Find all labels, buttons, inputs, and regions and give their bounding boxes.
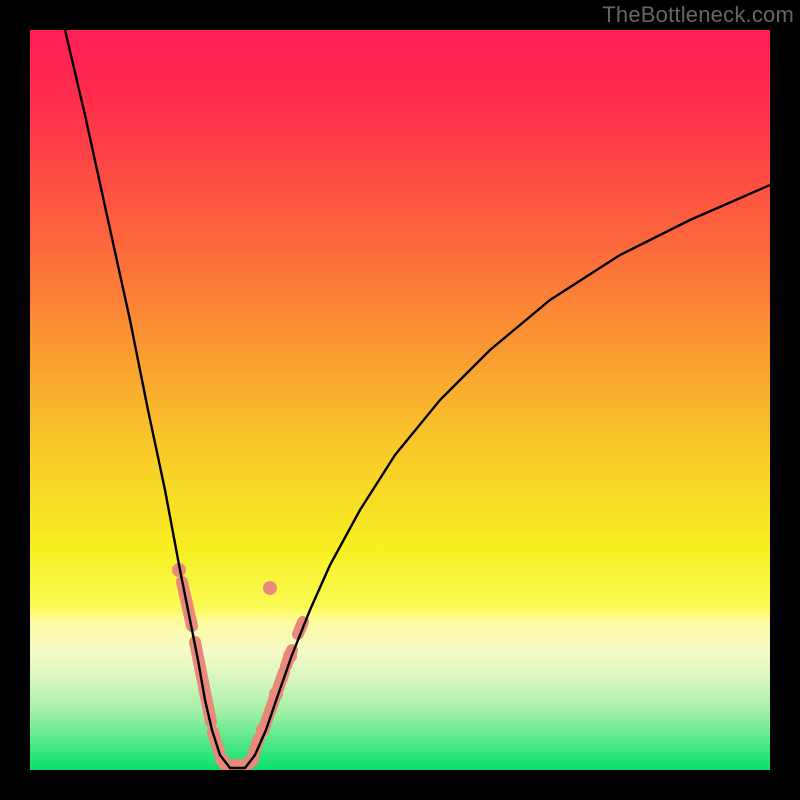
marker-group: [172, 563, 303, 767]
curve-layer: [30, 30, 770, 770]
chart-frame: TheBottleneck.com: [0, 0, 800, 800]
marker-dot: [263, 581, 277, 595]
bottleneck-curve: [65, 30, 770, 768]
plot-area: [30, 30, 770, 770]
watermark-text: TheBottleneck.com: [602, 2, 794, 28]
